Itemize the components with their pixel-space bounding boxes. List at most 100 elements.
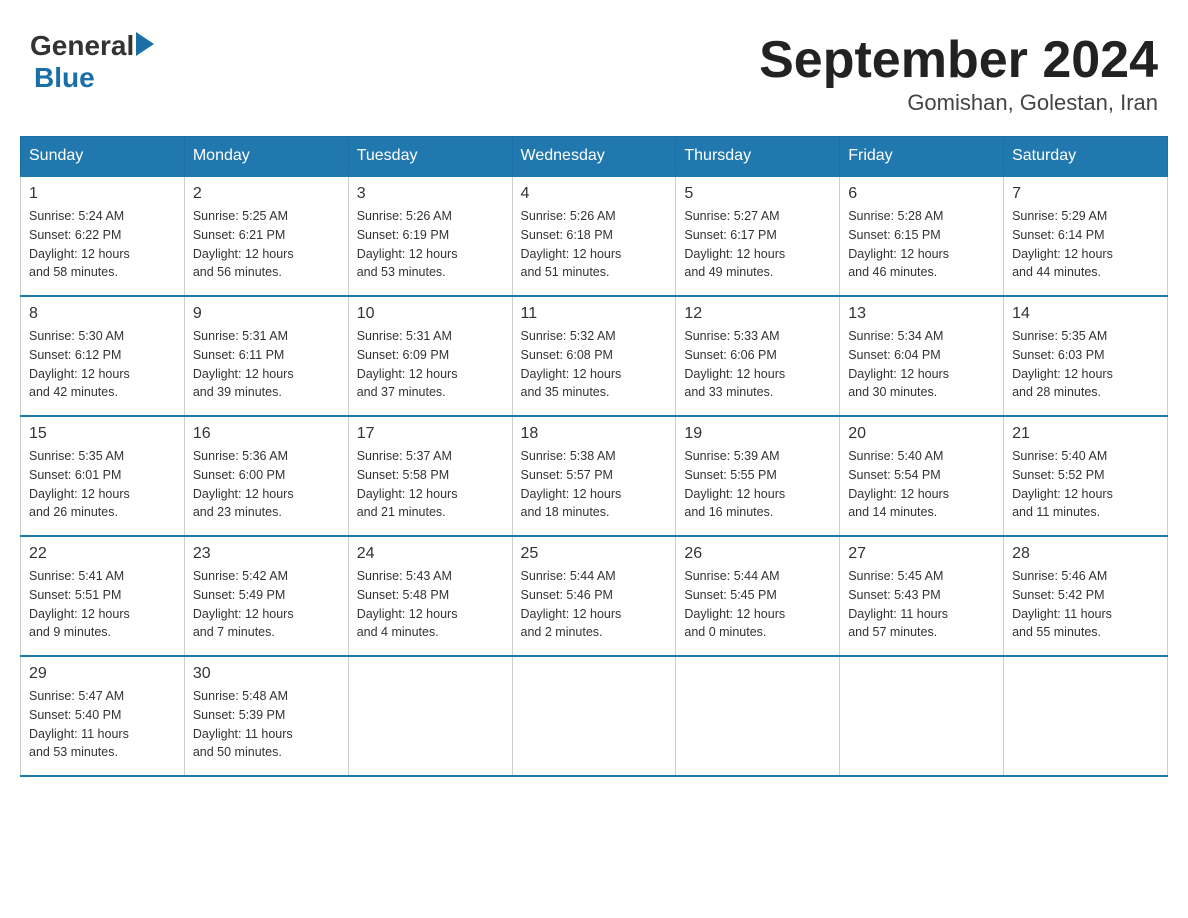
day-number: 23 [193,545,340,563]
calendar-cell: 21Sunrise: 5:40 AM Sunset: 5:52 PM Dayli… [1004,416,1168,536]
calendar-cell [840,656,1004,776]
day-info: Sunrise: 5:46 AM Sunset: 5:42 PM Dayligh… [1012,567,1159,642]
column-header-friday: Friday [840,137,1004,177]
day-number: 30 [193,665,340,683]
day-info: Sunrise: 5:24 AM Sunset: 6:22 PM Dayligh… [29,207,176,282]
calendar-cell [1004,656,1168,776]
day-info: Sunrise: 5:26 AM Sunset: 6:19 PM Dayligh… [357,207,504,282]
day-number: 11 [521,305,668,323]
calendar-cell: 4 Sunrise: 5:26 AM Sunset: 6:18 PM Daylig… [512,176,676,296]
day-number: 21 [1012,425,1159,443]
calendar-cell: 3 Sunrise: 5:26 AM Sunset: 6:19 PM Daylig… [348,176,512,296]
day-number: 4 [521,185,668,203]
calendar-cell: 1 Sunrise: 5:24 AM Sunset: 6:22 PM Daylig… [21,176,185,296]
calendar-table: SundayMondayTuesdayWednesdayThursdayFrid… [20,136,1168,777]
day-number: 16 [193,425,340,443]
day-info: Sunrise: 5:32 AM Sunset: 6:08 PM Dayligh… [521,327,668,402]
calendar-cell: 20 Sunrise: 5:40 AM Sunset: 5:54 PM Dayli… [840,416,1004,536]
calendar-cell: 5 Sunrise: 5:27 AM Sunset: 6:17 PM Daylig… [676,176,840,296]
column-header-saturday: Saturday [1004,137,1168,177]
day-info: Sunrise: 5:25 AM Sunset: 6:21 PM Dayligh… [193,207,340,282]
day-number: 25 [521,545,668,563]
calendar-cell: 25 Sunrise: 5:44 AM Sunset: 5:46 PM Dayli… [512,536,676,656]
day-info: Sunrise: 5:30 AM Sunset: 6:12 PM Dayligh… [29,327,176,402]
day-number: 3 [357,185,504,203]
day-number: 10 [357,305,504,323]
calendar-cell: 7 Sunrise: 5:29 AM Sunset: 6:14 PM Daylig… [1004,176,1168,296]
calendar-cell [348,656,512,776]
day-info: Sunrise: 5:34 AM Sunset: 6:04 PM Dayligh… [848,327,995,402]
day-info: Sunrise: 5:31 AM Sunset: 6:11 PM Dayligh… [193,327,340,402]
calendar-cell: 13 Sunrise: 5:34 AM Sunset: 6:04 PM Dayli… [840,296,1004,416]
day-info: Sunrise: 5:31 AM Sunset: 6:09 PM Dayligh… [357,327,504,402]
day-number: 6 [848,185,995,203]
page-header: General Blue September 2024 Gomishan, Go… [20,20,1168,116]
calendar-cell: 9 Sunrise: 5:31 AM Sunset: 6:11 PM Daylig… [184,296,348,416]
day-number: 15 [29,425,176,443]
day-info: Sunrise: 5:35 AM Sunset: 6:01 PM Dayligh… [29,447,176,522]
day-info: Sunrise: 5:28 AM Sunset: 6:15 PM Dayligh… [848,207,995,282]
day-info: Sunrise: 5:35 AM Sunset: 6:03 PM Dayligh… [1012,327,1159,402]
calendar-cell: 24 Sunrise: 5:43 AM Sunset: 5:48 PM Dayli… [348,536,512,656]
calendar-cell [512,656,676,776]
day-info: Sunrise: 5:48 AM Sunset: 5:39 PM Dayligh… [193,687,340,762]
calendar-cell: 30 Sunrise: 5:48 AM Sunset: 5:39 PM Dayli… [184,656,348,776]
day-info: Sunrise: 5:41 AM Sunset: 5:51 PM Dayligh… [29,567,176,642]
day-info: Sunrise: 5:37 AM Sunset: 5:58 PM Dayligh… [357,447,504,522]
day-number: 29 [29,665,176,683]
day-number: 9 [193,305,340,323]
calendar-cell: 10 Sunrise: 5:31 AM Sunset: 6:09 PM Dayli… [348,296,512,416]
calendar-cell: 16Sunrise: 5:36 AM Sunset: 6:00 PM Dayli… [184,416,348,536]
day-number: 14 [1012,305,1159,323]
day-number: 28 [1012,545,1159,563]
day-number: 18 [521,425,668,443]
calendar-cell: 22 Sunrise: 5:41 AM Sunset: 5:51 PM Dayli… [21,536,185,656]
calendar-cell: 11 Sunrise: 5:32 AM Sunset: 6:08 PM Dayli… [512,296,676,416]
day-info: Sunrise: 5:42 AM Sunset: 5:49 PM Dayligh… [193,567,340,642]
calendar-cell: 8 Sunrise: 5:30 AM Sunset: 6:12 PM Daylig… [21,296,185,416]
day-number: 17 [357,425,504,443]
calendar-cell: 15 Sunrise: 5:35 AM Sunset: 6:01 PM Dayli… [21,416,185,536]
day-number: 24 [357,545,504,563]
day-number: 8 [29,305,176,323]
logo-blue-text: Blue [34,62,154,94]
calendar-cell: 29 Sunrise: 5:47 AM Sunset: 5:40 PM Dayli… [21,656,185,776]
day-number: 22 [29,545,176,563]
calendar-cell: 12 Sunrise: 5:33 AM Sunset: 6:06 PM Dayli… [676,296,840,416]
day-number: 19 [684,425,831,443]
logo: General Blue [30,30,154,94]
day-info: Sunrise: 5:44 AM Sunset: 5:46 PM Dayligh… [521,567,668,642]
day-info: Sunrise: 5:27 AM Sunset: 6:17 PM Dayligh… [684,207,831,282]
calendar-cell: 14 Sunrise: 5:35 AM Sunset: 6:03 PM Dayli… [1004,296,1168,416]
calendar-cell: 26Sunrise: 5:44 AM Sunset: 5:45 PM Dayli… [676,536,840,656]
day-number: 27 [848,545,995,563]
month-title: September 2024 [759,30,1158,90]
column-header-tuesday: Tuesday [348,137,512,177]
day-info: Sunrise: 5:40 AM Sunset: 5:54 PM Dayligh… [848,447,995,522]
calendar-cell: 18Sunrise: 5:38 AM Sunset: 5:57 PM Dayli… [512,416,676,536]
location-title: Gomishan, Golestan, Iran [759,90,1158,116]
day-number: 7 [1012,185,1159,203]
calendar-cell: 23 Sunrise: 5:42 AM Sunset: 5:49 PM Dayli… [184,536,348,656]
calendar-cell: 27Sunrise: 5:45 AM Sunset: 5:43 PM Dayli… [840,536,1004,656]
day-number: 2 [193,185,340,203]
day-number: 12 [684,305,831,323]
day-info: Sunrise: 5:47 AM Sunset: 5:40 PM Dayligh… [29,687,176,762]
title-section: September 2024 Gomishan, Golestan, Iran [759,30,1158,116]
day-number: 13 [848,305,995,323]
day-number: 26 [684,545,831,563]
calendar-cell: 28 Sunrise: 5:46 AM Sunset: 5:42 PM Dayli… [1004,536,1168,656]
day-number: 20 [848,425,995,443]
day-number: 1 [29,185,176,203]
column-header-wednesday: Wednesday [512,137,676,177]
logo-general-text: General [30,30,134,62]
column-header-monday: Monday [184,137,348,177]
calendar-cell: 6 Sunrise: 5:28 AM Sunset: 6:15 PM Daylig… [840,176,1004,296]
calendar-cell: 19 Sunrise: 5:39 AM Sunset: 5:55 PM Dayli… [676,416,840,536]
day-info: Sunrise: 5:29 AM Sunset: 6:14 PM Dayligh… [1012,207,1159,282]
day-info: Sunrise: 5:26 AM Sunset: 6:18 PM Dayligh… [521,207,668,282]
day-info: Sunrise: 5:43 AM Sunset: 5:48 PM Dayligh… [357,567,504,642]
day-number: 5 [684,185,831,203]
day-info: Sunrise: 5:39 AM Sunset: 5:55 PM Dayligh… [684,447,831,522]
day-info: Sunrise: 5:33 AM Sunset: 6:06 PM Dayligh… [684,327,831,402]
